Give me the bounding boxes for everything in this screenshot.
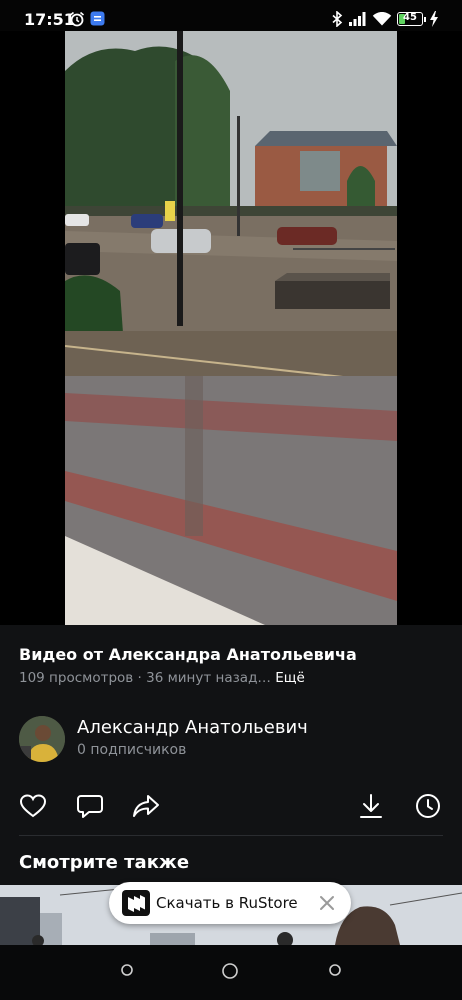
app-notification-icon bbox=[90, 11, 105, 26]
subscriber-count: 0 подписчиков bbox=[77, 742, 187, 758]
rustore-banner[interactable]: Скачать в RuStore bbox=[109, 882, 351, 924]
divider bbox=[19, 835, 443, 836]
battery-icon: 45 bbox=[397, 12, 426, 26]
alarm-icon bbox=[69, 11, 85, 27]
video-title: Видео от Александра Анатольевича bbox=[19, 645, 357, 664]
bluetooth-icon bbox=[332, 11, 343, 27]
meta-separator: · bbox=[137, 670, 142, 686]
view-count: 109 просмотров bbox=[19, 670, 134, 686]
share-icon[interactable] bbox=[132, 792, 160, 820]
rustore-download-label: Скачать в RuStore bbox=[156, 894, 298, 912]
watch-later-icon[interactable] bbox=[414, 792, 442, 820]
see-also-heading: Смотрите также bbox=[19, 852, 190, 873]
close-icon[interactable] bbox=[314, 890, 340, 916]
comment-icon[interactable] bbox=[76, 792, 104, 820]
signal-icon bbox=[349, 12, 366, 26]
rustore-logo-icon bbox=[122, 890, 150, 916]
download-icon[interactable] bbox=[357, 792, 385, 820]
video-player[interactable] bbox=[0, 31, 462, 625]
wifi-icon bbox=[372, 11, 392, 26]
battery-level: 45 bbox=[403, 12, 417, 23]
recent-apps-icon[interactable] bbox=[120, 963, 134, 977]
system-navigation-bar bbox=[0, 945, 462, 1000]
back-icon[interactable] bbox=[328, 963, 342, 977]
time-ago: 36 минут назад… bbox=[146, 670, 271, 686]
author-name[interactable]: Александр Анатольевич bbox=[77, 717, 308, 738]
video-meta: 109 просмотров · 36 минут назад… Ещё bbox=[19, 670, 305, 686]
status-time: 17:51 bbox=[24, 10, 75, 29]
more-link[interactable]: Ещё bbox=[275, 670, 305, 686]
video-frame[interactable] bbox=[65, 31, 397, 625]
like-icon[interactable] bbox=[19, 792, 47, 820]
avatar[interactable] bbox=[19, 716, 65, 762]
avatar-image bbox=[19, 716, 65, 762]
charging-icon bbox=[430, 11, 438, 27]
home-icon[interactable] bbox=[221, 962, 239, 980]
